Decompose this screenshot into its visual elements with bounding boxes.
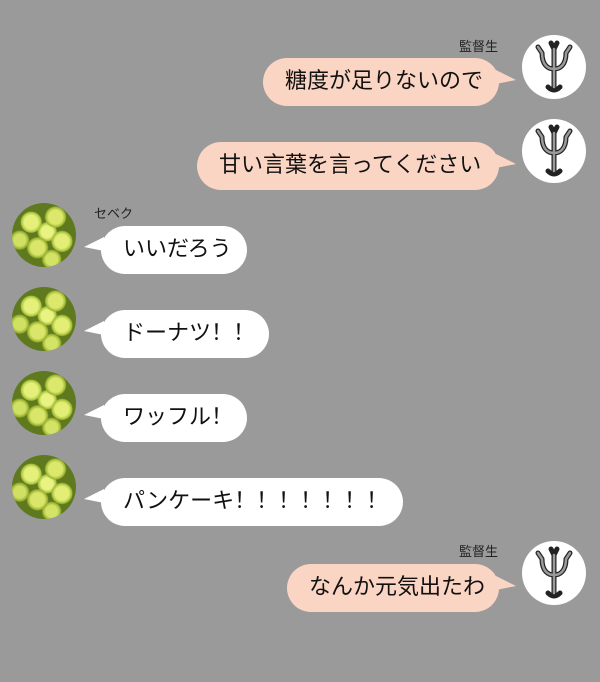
message-bubble[interactable]: なんか元気出たわ xyxy=(287,564,499,612)
message-bubble[interactable]: ワッフル！ xyxy=(101,394,247,442)
bubble-tail xyxy=(496,154,516,168)
avatar[interactable] xyxy=(12,371,76,435)
devil-trident-icon xyxy=(535,546,573,599)
avatar[interactable] xyxy=(522,119,586,183)
devil-trident-icon xyxy=(535,40,573,93)
message-bubble[interactable]: 甘い言葉を言ってください xyxy=(197,142,499,190)
avatar[interactable] xyxy=(12,287,76,351)
message-bubble[interactable]: 糖度が足りないので xyxy=(263,58,499,106)
bubble-tail xyxy=(496,576,516,590)
message-bubble[interactable]: ドーナツ！！ xyxy=(101,310,269,358)
avatar[interactable] xyxy=(522,35,586,99)
sender-name: セベク xyxy=(94,207,134,222)
avatar[interactable] xyxy=(12,455,76,519)
bubble-tail xyxy=(496,70,516,84)
sender-name: 監督生 xyxy=(459,545,499,560)
message-bubble[interactable]: パンケーキ！！！！！！！ xyxy=(101,478,403,526)
avatar[interactable] xyxy=(522,541,586,605)
sender-name: 監督生 xyxy=(459,40,499,55)
message-bubble[interactable]: いいだろう xyxy=(101,226,247,274)
avatar[interactable] xyxy=(12,203,76,267)
devil-trident-icon xyxy=(535,124,573,177)
